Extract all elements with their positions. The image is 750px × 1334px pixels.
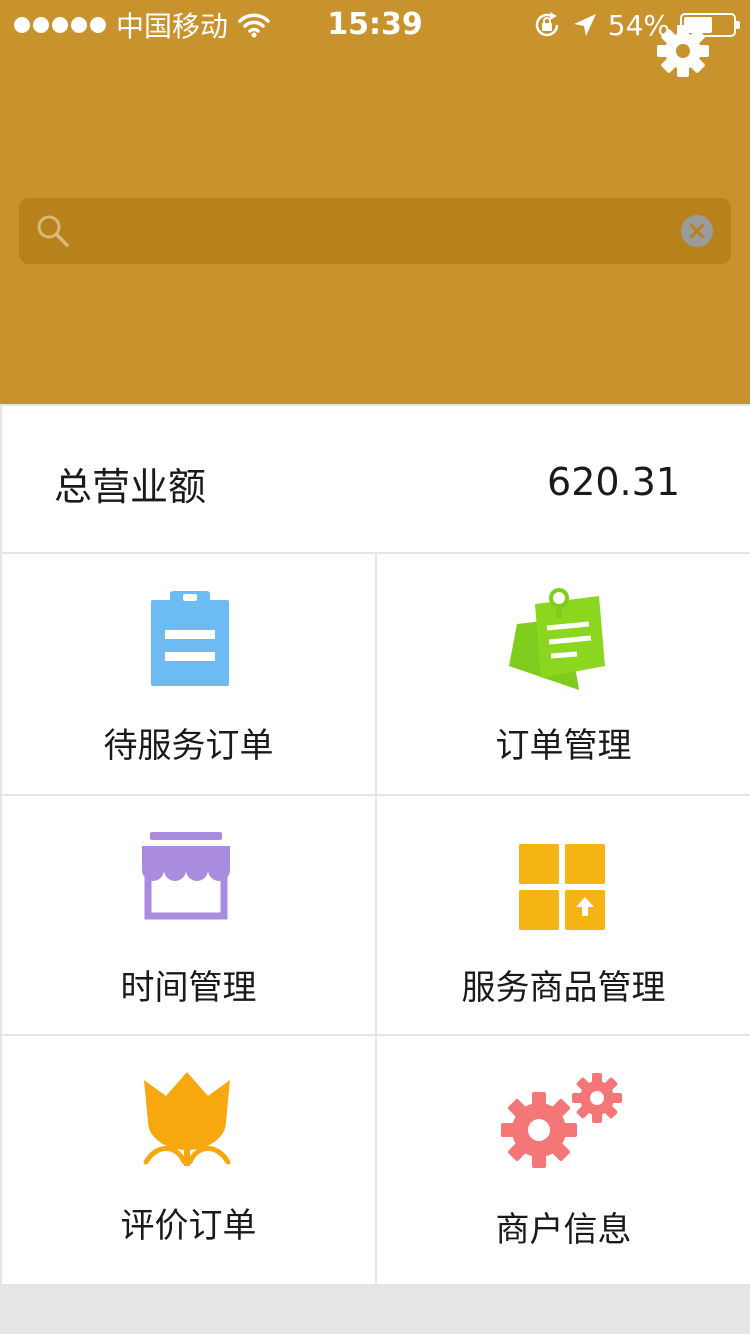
menu-tile-merchant-info[interactable]: 商户信息	[377, 1036, 750, 1284]
menu-tile-label: 评价订单	[120, 1206, 257, 1246]
shop-awning-icon	[142, 832, 230, 920]
menu-tile-pending-orders[interactable]: 待服务订单	[2, 554, 375, 794]
search-icon	[37, 215, 69, 247]
menu-tile-label: 商户信息	[495, 1210, 632, 1250]
rotation-lock-icon	[535, 12, 559, 37]
location-arrow-icon	[573, 14, 596, 36]
search-input[interactable]	[89, 198, 673, 266]
menu-tile-label: 订单管理	[495, 726, 632, 766]
menu-tile-service-products[interactable]: 服务商品管理	[377, 796, 750, 1034]
menu-tile-label: 时间管理	[120, 968, 257, 1008]
package-grid-icon	[519, 844, 605, 930]
total-revenue-value: 620.31	[547, 460, 680, 504]
menu-tile-label: 服务商品管理	[461, 968, 666, 1008]
menu-tile-label: 待服务订单	[103, 726, 274, 766]
total-revenue-label: 总营业额	[54, 465, 207, 509]
menu-tile-order-management[interactable]: 订单管理	[377, 554, 750, 794]
sticky-note-icon	[509, 588, 605, 690]
header: 中国移动 15:39 54%	[0, 0, 750, 404]
status-bar: 中国移动 15:39 54%	[0, 0, 750, 50]
clear-search-icon[interactable]	[681, 215, 713, 247]
tulip-icon	[143, 1072, 231, 1166]
total-revenue-row[interactable]: 总营业额 620.31	[2, 406, 750, 552]
menu-tile-review-orders[interactable]: 评价订单	[2, 1036, 375, 1284]
gears-icon	[501, 1073, 622, 1168]
settings-gear-icon[interactable]	[654, 22, 712, 80]
clipboard-icon	[151, 591, 229, 686]
menu-tile-time-management[interactable]: 时间管理	[2, 796, 375, 1034]
search-bar[interactable]	[19, 198, 731, 266]
